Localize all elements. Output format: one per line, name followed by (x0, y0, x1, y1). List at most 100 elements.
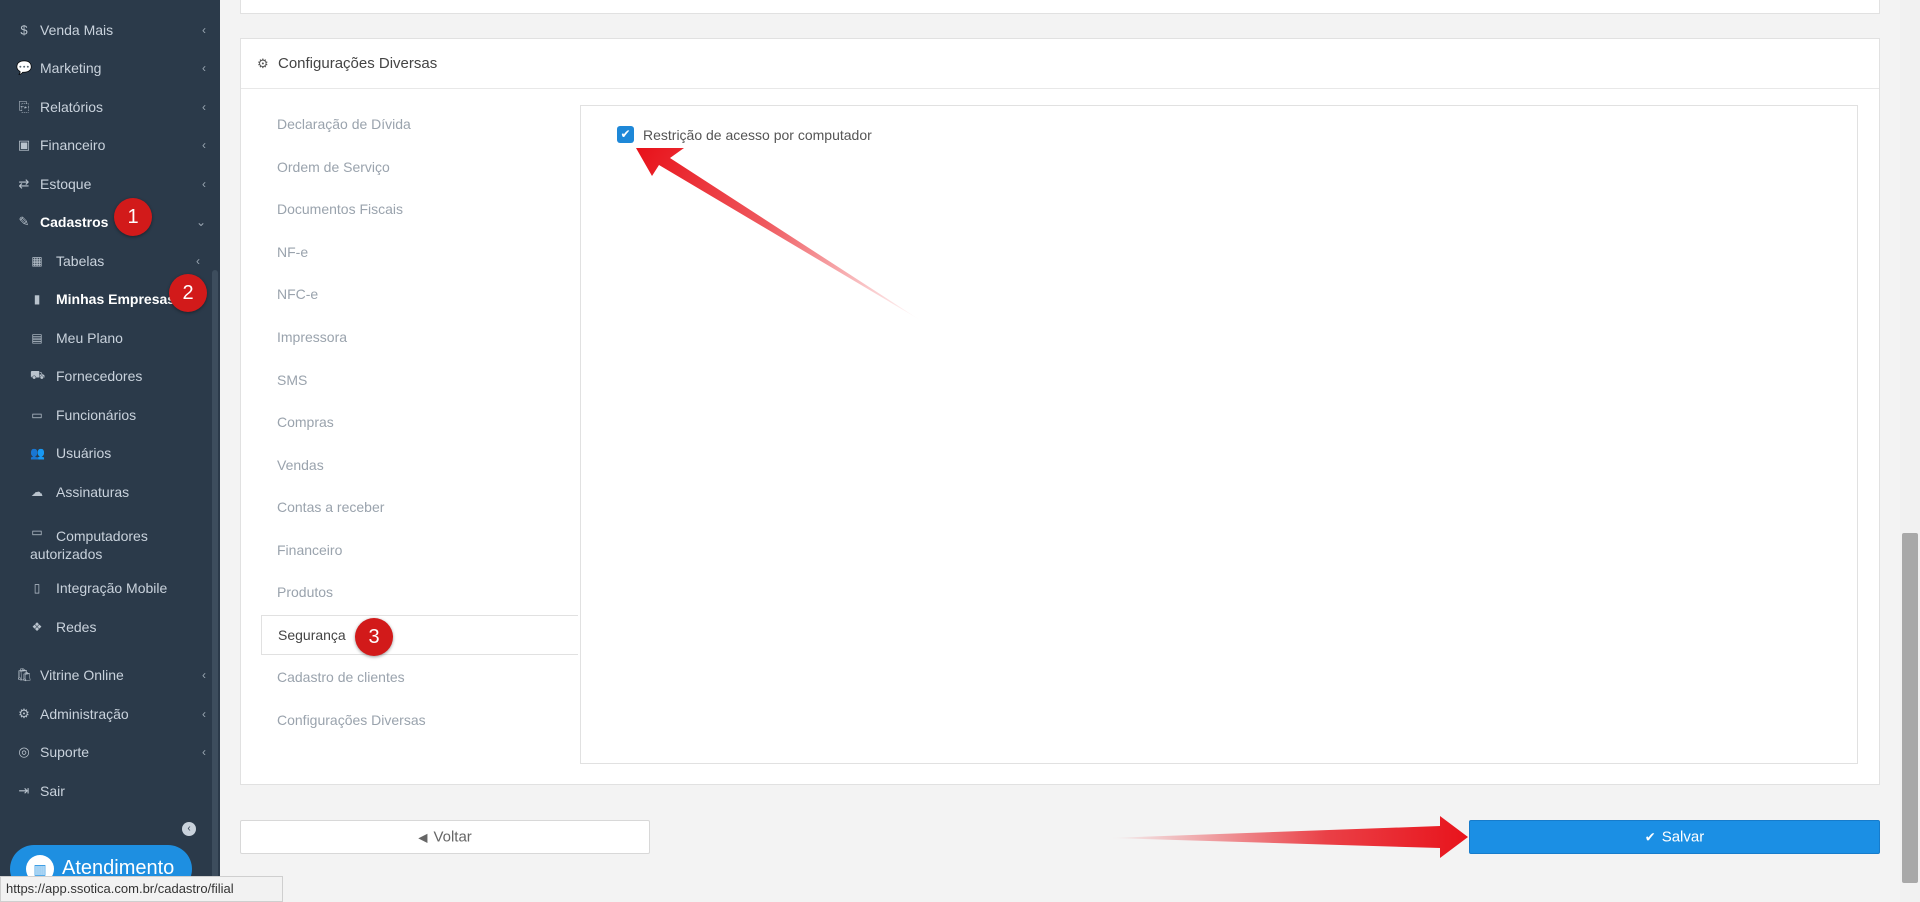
cubes-icon: ❖ (31, 620, 43, 634)
sidebar-subitem-label: Fornecedores (56, 368, 143, 384)
edit-icon: ✎ (18, 214, 30, 229)
voltar-button[interactable]: ◀ Voltar (240, 820, 650, 854)
salvar-button[interactable]: ✔ Salvar (1469, 820, 1880, 854)
tab-seguranca[interactable]: Segurança (261, 615, 578, 655)
tab-cadastro-de-clientes[interactable]: Cadastro de clientes (261, 657, 578, 697)
chevron-left-icon: ‹ (202, 100, 206, 114)
tab-label: Financeiro (277, 542, 343, 558)
sidebar-subitem-label: Tabelas (56, 253, 105, 269)
tab-label: SMS (277, 372, 308, 388)
status-bar-url: https://app.ssotica.com.br/cadastro/fili… (0, 876, 283, 902)
restricao-acesso-checkbox[interactable]: ✔ (617, 126, 634, 143)
table-icon: ▦ (31, 254, 43, 268)
sidebar-subitem-integracao-mobile[interactable]: ▯ Integração Mobile (0, 569, 220, 607)
sidebar-subitem-label: Computadores autorizados (30, 528, 148, 562)
config-panel: ⚙ Configurações Diversas Declaração de D… (240, 38, 1880, 785)
tab-label: NF-e (277, 244, 309, 260)
tab-nf-e[interactable]: NF-e (261, 232, 578, 272)
arrow-to-salvar (1110, 816, 1468, 858)
tab-configuracoes-diversas[interactable]: Configurações Diversas (261, 700, 578, 740)
tab-content-seguranca: ✔ Restrição de acesso por computador (580, 105, 1858, 764)
sidebar-subitem-label: Redes (56, 619, 97, 635)
file-icon: ▤ (31, 331, 43, 345)
restricao-acesso-label[interactable]: Restrição de acesso por computador (643, 127, 872, 143)
salvar-button-content: ✔ Salvar (1645, 829, 1704, 846)
step-badge-3: 3 (355, 618, 393, 656)
sidebar-item-financeiro[interactable]: ▣ Financeiro ‹ (0, 126, 220, 164)
sidebar-scrollbar[interactable] (212, 270, 218, 902)
cogs-icon: ⚙ (257, 56, 269, 71)
step-badge-2: 2 (169, 274, 207, 312)
voltar-label: Voltar (433, 828, 472, 846)
sidebar-subitem-usuarios[interactable]: 👥 Usuários (0, 434, 220, 472)
sidebar-item-vitrine-online[interactable]: 🛍 Vitrine Online ‹ (0, 656, 220, 694)
tab-label: Produtos (277, 584, 334, 600)
chevron-left-icon: ‹ (202, 745, 206, 759)
page-scrollbar[interactable] (1900, 0, 1920, 902)
tab-label: Ordem de Serviço (277, 159, 390, 175)
tab-nfc-e[interactable]: NFC-e (261, 274, 578, 314)
chevron-left-icon: ‹ (202, 138, 206, 152)
arrow-circle-left-icon: ◀ (418, 830, 428, 844)
tab-contas-a-receber[interactable]: Contas a receber (261, 487, 578, 527)
sidebar-item-label: Cadastros (40, 214, 109, 230)
page-scrollbar-thumb[interactable] (1902, 533, 1918, 883)
sidebar-item-label: Marketing (40, 60, 102, 76)
sidebar-subitem-assinaturas[interactable]: ☁ Assinaturas (0, 473, 220, 511)
folder-open-icon: ▭ (31, 408, 43, 422)
sidebar-subitem-label: Minhas Empresas (56, 291, 176, 307)
truck-icon: ⛟ (30, 368, 46, 382)
mobile-icon: ▯ (33, 581, 41, 595)
users-icon: 👥 (30, 446, 45, 460)
cogs-icon: ⚙ (18, 706, 30, 721)
sidebar-item-sair[interactable]: ⇥ Sair (0, 772, 220, 810)
chevron-left-icon: ‹ (202, 707, 206, 721)
sidebar-subitem-label: Integração Mobile (56, 580, 168, 596)
sidebar-item-cadastros[interactable]: ✎ Cadastros ⌄ (0, 203, 220, 241)
tab-label: Vendas (277, 457, 324, 473)
sidebar-item-label: Vitrine Online (40, 667, 124, 683)
sidebar-item-label: Estoque (40, 176, 92, 192)
panel-title: Configurações Diversas (278, 55, 438, 72)
salvar-label: Salvar (1661, 828, 1705, 846)
tab-ordem-de-servico[interactable]: Ordem de Serviço (261, 147, 578, 187)
tab-documentos-fiscais[interactable]: Documentos Fiscais (261, 189, 578, 229)
tab-vendas[interactable]: Vendas (261, 445, 578, 485)
chevron-left-icon: ‹ (202, 668, 206, 682)
tab-declaracao-de-divida[interactable]: Declaração de Dívida (261, 104, 578, 144)
tab-label: Cadastro de clientes (277, 669, 405, 685)
sidebar-item-estoque[interactable]: ⇄ Estoque ‹ (0, 165, 220, 203)
tab-sms[interactable]: SMS (261, 360, 578, 400)
shopping-bag-icon: 🛍 (16, 667, 33, 682)
sidebar-subitem-funcionarios[interactable]: ▭ Funcionários (0, 396, 220, 434)
chevron-left-icon: ‹ (196, 254, 200, 268)
sidebar-subitem-computadores-autorizados[interactable]: ▭ Computadores autorizados (0, 515, 220, 565)
collapse-sidebar-icon[interactable]: ‹ (182, 822, 196, 836)
tab-label: Configurações Diversas (277, 712, 426, 728)
sidebar-item-administracao[interactable]: ⚙ Administração ‹ (0, 695, 220, 733)
sidebar-subitem-fornecedores[interactable]: ⛟ Fornecedores (0, 357, 220, 395)
chevron-left-icon: ‹ (202, 61, 206, 75)
sidebar-subitem-redes[interactable]: ❖ Redes (0, 608, 220, 646)
sidebar-subitem-meu-plano[interactable]: ▤ Meu Plano (0, 319, 220, 357)
sidebar-item-marketing[interactable]: 💬 Marketing ‹ (0, 49, 220, 87)
previous-panel-edge (240, 0, 1880, 14)
tab-compras[interactable]: Compras (261, 402, 578, 442)
tab-impressora[interactable]: Impressora (261, 317, 578, 357)
tab-produtos[interactable]: Produtos (261, 572, 578, 612)
panel-header: ⚙ Configurações Diversas (241, 39, 1879, 89)
sidebar-item-label: Venda Mais (40, 22, 114, 38)
sidebar-subitem-label: Meu Plano (56, 330, 123, 346)
reports-icon: ⎘ (18, 99, 30, 114)
sidebar-item-relatorios[interactable]: ⎘ Relatórios ‹ (0, 88, 220, 126)
tab-label: Documentos Fiscais (277, 201, 404, 217)
tab-financeiro[interactable]: Financeiro (261, 530, 578, 570)
check-icon: ✔ (1644, 829, 1656, 844)
sidebar-item-suporte[interactable]: ◎ Suporte ‹ (0, 733, 220, 771)
money-icon: ▣ (17, 137, 31, 152)
chevron-left-icon: ‹ (202, 23, 206, 37)
sidebar-item-label: Sair (40, 783, 65, 799)
sign-out-icon: ⇥ (18, 783, 30, 798)
sidebar-item-venda-mais[interactable]: $ Venda Mais ‹ (0, 11, 220, 49)
sidebar-item-label: Administração (40, 706, 129, 722)
